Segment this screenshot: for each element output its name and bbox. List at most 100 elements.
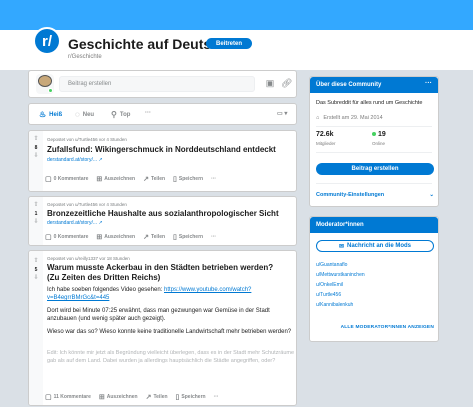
sort-top-button[interactable]: ⚲ Top	[111, 110, 130, 119]
post-actions: ▢ 0 Kommentare ⊞ Auszeichnen ↗ Teilen ▯ Spei…	[45, 175, 216, 183]
comment-icon: ▢	[45, 234, 52, 241]
more-options-button[interactable]: ···	[214, 394, 219, 400]
online-dot-icon	[372, 132, 376, 136]
create-post-input[interactable]: Beitrag erstellen	[59, 76, 255, 92]
post-title[interactable]: Bronzezeitliche Haushalte aus sozialanth…	[47, 209, 287, 219]
moderators-title: Moderator*innen	[316, 222, 364, 228]
downvote-icon[interactable]: ⇩	[32, 152, 40, 159]
post-body-text: Ich habe soeben folgendes Video gesehen:	[47, 287, 164, 293]
share-button[interactable]: ↗ Teilen	[143, 175, 165, 183]
link-icon[interactable]: 🔗︎	[281, 78, 292, 88]
post-card[interactable]: ⇧ 1 ⇩ Gepostet von u/Turtle456 vor 4 Stu…	[28, 196, 297, 246]
moderator-list: u/Guantanaflo u/Mettwurstkaninchen u/Onk…	[316, 260, 365, 310]
user-avatar[interactable]	[36, 74, 54, 94]
image-upload-icon[interactable]: ▣	[265, 78, 275, 88]
award-button[interactable]: ⊞ Auszeichnen	[99, 393, 138, 401]
avatar-head-icon	[38, 75, 52, 87]
post-body-paragraph: Wieso war das so? Wieso konnte keine tra…	[47, 329, 292, 335]
share-button[interactable]: ↗ Teilen	[143, 233, 165, 241]
moderators-card: Moderator*innen ✉ Nachricht an die Mods …	[309, 216, 439, 342]
mail-icon: ✉	[338, 243, 344, 250]
share-label: Teilen	[150, 234, 166, 240]
award-button[interactable]: ⊞ Auszeichnen	[96, 233, 135, 241]
moderator-link[interactable]: u/OnkelEmil	[316, 280, 365, 290]
create-post-button[interactable]: Beitrag erstellen	[316, 163, 434, 175]
award-button[interactable]: ⊞ Auszeichnen	[96, 175, 135, 183]
view-all-moderators-link[interactable]: ALLE MODERATOR*INNEN ANZEIGEN	[316, 325, 434, 330]
cake-icon: ⌂	[316, 115, 320, 121]
post-card[interactable]: ⇧ 8 ⇩ Gepostet von u/Turtle456 vor 4 Stu…	[28, 130, 297, 192]
save-button[interactable]: ▯ Speichern	[176, 393, 206, 401]
more-options-button[interactable]: ···	[211, 176, 216, 182]
post-card[interactable]: ⇧ 5 ⇩ Gepostet von u/reilly1337 vor 18 S…	[28, 250, 297, 406]
online-label: Online	[372, 141, 386, 146]
divider	[316, 183, 432, 184]
downvote-icon[interactable]: ⇩	[32, 218, 40, 225]
created-label: Erstellt am 29. Mai 2014	[323, 115, 383, 121]
post-domain-link[interactable]: derstandard.at/story/... ↗	[47, 220, 103, 226]
save-button[interactable]: ▯ Speichern	[173, 175, 203, 183]
about-options-button[interactable]: ···	[425, 80, 432, 87]
comments-button[interactable]: ▢ 11 Kommentare	[45, 393, 91, 401]
post-meta: Gepostet von u/Turtle456 vor 4 Stunden	[47, 202, 127, 207]
sort-hot-button[interactable]: ♨ Heiß	[39, 110, 62, 119]
share-label: Teilen	[153, 394, 168, 400]
share-icon: ↗	[145, 394, 152, 401]
message-mods-button[interactable]: ✉ Nachricht an die Mods	[316, 240, 434, 252]
comments-label: 0 Kommentare	[53, 176, 89, 182]
comments-label: 0 Kommentare	[53, 234, 89, 240]
upvote-icon[interactable]: ⇧	[32, 257, 40, 264]
moderator-link[interactable]: u/Turtle456	[316, 290, 365, 300]
save-label: Speichern	[178, 234, 204, 240]
online-status-icon	[48, 88, 53, 93]
moderators-header: Moderator*innen	[310, 217, 438, 233]
post-score: 1	[34, 211, 38, 217]
share-button[interactable]: ↗ Teilen	[146, 393, 168, 401]
about-community-card: Über diese Community ··· Das Subreddit f…	[309, 76, 439, 207]
members-label: Mitglieder	[316, 141, 336, 146]
upvote-icon[interactable]: ⇧	[32, 135, 40, 142]
post-score: 5	[34, 267, 38, 273]
community-description: Das Subreddit für alles rund um Geschich…	[316, 100, 423, 106]
created-date: ⌂ Erstellt am 29. Mai 2014	[316, 115, 383, 121]
comments-button[interactable]: ▢ 0 Kommentare	[45, 233, 88, 241]
create-post-card: Beitrag erstellen ▣ 🔗︎	[28, 70, 297, 98]
save-label: Speichern	[181, 394, 206, 400]
comments-label: 11 Kommentare	[53, 394, 91, 400]
online-count: 19	[372, 131, 386, 138]
about-title: Über diese Community	[316, 82, 382, 88]
post-body-paragraph: Ich habe soeben folgendes Video gesehen:…	[47, 286, 297, 302]
moderator-link[interactable]: u/Kannibalenkuh	[316, 300, 365, 310]
post-actions: ▢ 0 Kommentare ⊞ Auszeichnen ↗ Teilen ▯ Spei…	[45, 233, 216, 241]
message-mods-label: Nachricht an die Mods	[347, 243, 412, 249]
about-header: Über diese Community ···	[310, 77, 438, 93]
view-toggle-button[interactable]: ▭ ▾	[277, 110, 287, 117]
moderator-link[interactable]: u/Mettwurstkaninchen	[316, 270, 365, 280]
sort-more-button[interactable]: ···	[145, 110, 151, 116]
comment-icon: ▢	[45, 394, 52, 401]
award-label: Auszeichnen	[106, 394, 138, 400]
post-score: 8	[34, 145, 38, 151]
post-title[interactable]: Warum musste Ackerbau in den Städten bet…	[47, 263, 287, 283]
moderator-link[interactable]: u/Guantanaflo	[316, 260, 365, 270]
community-settings-toggle[interactable]: Community-Einstellungen ⌄	[316, 192, 434, 198]
join-button[interactable]: Beitreten	[206, 38, 252, 49]
sort-new-button[interactable]: ◌ Neu	[75, 110, 94, 119]
comments-button[interactable]: ▢ 0 Kommentare	[45, 175, 88, 183]
upvote-icon[interactable]: ⇧	[32, 201, 40, 208]
save-button[interactable]: ▯ Speichern	[173, 233, 203, 241]
post-domain-link[interactable]: derstandard.at/story/... ↗	[47, 157, 103, 163]
divider	[316, 126, 432, 127]
flame-icon: ♨	[39, 110, 47, 119]
comment-icon: ▢	[45, 176, 52, 183]
share-icon: ↗	[143, 176, 149, 183]
post-body-paragraph: Dort wird bei Minute 07:25 erwähnt, dass…	[47, 308, 270, 322]
post-title[interactable]: Zufallsfund: Wikingerschmuck in Norddeut…	[47, 145, 287, 155]
members-count: 72.6k	[316, 131, 334, 138]
bookmark-icon: ▯	[175, 394, 180, 401]
downvote-icon[interactable]: ⇩	[32, 274, 40, 281]
online-value: 19	[378, 131, 386, 138]
community-settings-label: Community-Einstellungen	[316, 192, 385, 198]
more-options-button[interactable]: ···	[211, 234, 216, 240]
subreddit-banner	[0, 0, 473, 30]
